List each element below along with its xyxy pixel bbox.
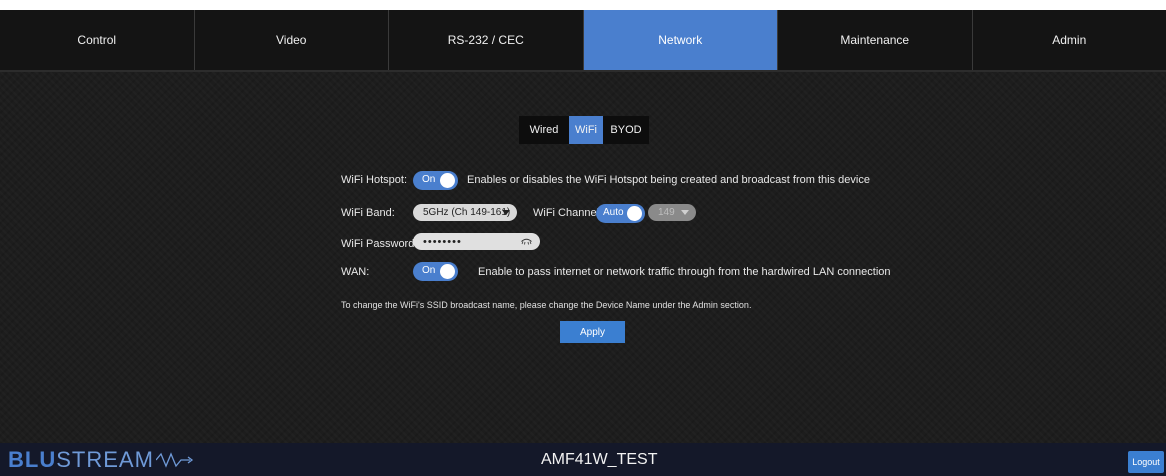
tab-rs232-cec[interactable]: RS-232 / CEC <box>389 10 584 70</box>
wan-toggle[interactable]: On <box>413 262 458 281</box>
main-nav: Control Video RS-232 / CEC Network Maint… <box>0 10 1166 70</box>
toggle-knob <box>440 264 455 279</box>
wifi-channel-select[interactable]: 149 <box>648 204 696 221</box>
device-name: AMF41W_TEST <box>541 451 658 468</box>
wifi-hotspot-description: Enables or disables the WiFi Hotspot bei… <box>467 174 870 186</box>
ssid-note: To change the WiFi's SSID broadcast name… <box>341 300 752 310</box>
wave-arrow-icon <box>155 452 193 468</box>
wifi-hotspot-label: WiFi Hotspot: <box>341 174 408 186</box>
app-window: Control Video RS-232 / CEC Network Maint… <box>0 10 1166 476</box>
subtab-wired[interactable]: Wired <box>519 116 569 144</box>
wan-description: Enable to pass internet or network traff… <box>478 266 891 278</box>
toggle-knob <box>627 206 642 221</box>
apply-button[interactable]: Apply <box>560 321 625 343</box>
toggle-knob <box>440 173 455 188</box>
tab-control[interactable]: Control <box>0 10 195 70</box>
wifi-channel-auto-text: Auto <box>603 207 624 218</box>
wifi-password-field[interactable]: •••••••• <box>413 233 540 250</box>
logo-bold: BLU <box>8 447 57 472</box>
tab-video[interactable]: Video <box>194 10 389 70</box>
wifi-password-value: •••••••• <box>423 235 462 248</box>
logo-light: STREAM <box>56 447 154 472</box>
tab-admin[interactable]: Admin <box>972 10 1166 70</box>
eye-icon[interactable] <box>521 238 532 245</box>
nav-divider <box>0 70 1166 72</box>
wifi-channel-auto-toggle[interactable]: Auto <box>596 204 645 223</box>
wan-label: WAN: <box>341 266 370 278</box>
subtab-byod[interactable]: BYOD <box>603 116 649 144</box>
network-subtabs: Wired WiFi BYOD <box>519 116 649 144</box>
tab-maintenance[interactable]: Maintenance <box>778 10 973 70</box>
logout-button[interactable]: Logout <box>1128 451 1164 473</box>
wifi-hotspot-toggle[interactable]: On <box>413 171 458 190</box>
wifi-band-select[interactable]: 5GHz (Ch 149-161) <box>413 204 517 221</box>
wifi-band-label: WiFi Band: <box>341 207 395 219</box>
chevron-down-icon <box>502 210 510 215</box>
footer-bar: BLUSTREAM AMF41W_TEST Logout <box>0 443 1166 476</box>
logo-text: BLUSTREAM <box>8 447 154 473</box>
wifi-channel-selected: 149 <box>658 207 675 218</box>
wifi-band-selected: 5GHz (Ch 149-161) <box>423 207 511 218</box>
chevron-down-icon <box>681 210 689 215</box>
wifi-password-label: WiFi Password: <box>341 238 418 250</box>
blustream-logo: BLUSTREAM <box>8 447 196 473</box>
wifi-hotspot-toggle-text: On <box>422 174 436 185</box>
tab-network[interactable]: Network <box>583 10 778 70</box>
subtab-wifi[interactable]: WiFi <box>569 116 603 144</box>
wan-toggle-text: On <box>422 265 436 276</box>
wifi-channel-label: WiFi Channel: <box>533 207 603 219</box>
